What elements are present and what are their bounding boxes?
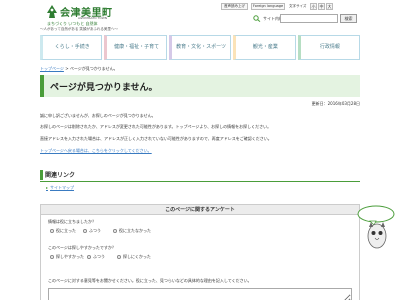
related-links-heading: 関連リンク <box>40 168 360 182</box>
breadcrumb-home-link[interactable]: トップページ <box>40 66 64 71</box>
page: { "header": { "site_name": "会津美里町", "sit… <box>0 0 400 300</box>
radio-icon[interactable] <box>113 229 117 233</box>
search-icon <box>253 15 261 22</box>
update-date: 更新日：2016年03月28日 <box>311 101 360 106</box>
font-size-medium-button[interactable]: 中 <box>318 3 325 10</box>
nav-item-education[interactable]: 教育・文化・スポーツ <box>168 35 232 60</box>
site-name-roman: AIZUMISATO TOWN <box>78 16 107 20</box>
q2-option-normal[interactable]: ふつう <box>87 254 105 260</box>
page-title: ページが見つかりません。 <box>50 83 158 93</box>
survey-title: このページに関するアンケート <box>41 205 359 215</box>
survey-question-1: 情報は役に立ちましたか？ <box>48 219 96 224</box>
mascot-character-icon <box>357 205 395 249</box>
nav-item-tourism[interactable]: 観光・産業 <box>233 35 296 60</box>
global-nav: くらし・手続き 健康・福祉・子育て 教育・文化・スポーツ 観光・産業 行政情報 <box>40 35 361 60</box>
font-size-large-button[interactable]: 大 <box>326 3 333 10</box>
voice-reading-button[interactable]: 音声読み上げ <box>221 3 248 10</box>
site-search-input[interactable] <box>280 14 338 23</box>
survey-question-3: このページに対する意見等をお聞かせください。役に立った、見つらいなどの具体的な理… <box>48 278 252 283</box>
radio-icon[interactable] <box>117 255 121 259</box>
survey-comment-field[interactable] <box>48 288 352 300</box>
nav-item-living[interactable]: くらし・手続き <box>40 35 103 60</box>
font-size-label: 文字サイズ <box>289 4 307 8</box>
top-page-link[interactable]: トップページへ戻る場合は、こちらをクリックしてください。 <box>40 148 152 154</box>
nav-item-health[interactable]: 健康・福祉・子育て <box>104 35 167 60</box>
nav-item-admin[interactable]: 行政情報 <box>297 35 361 60</box>
site-tagline-2: ～人があって自然がある 笑顔があふれる美里へ～ <box>40 27 118 31</box>
page-title-bar: ページが見つかりません。 <box>40 75 360 97</box>
foreign-language-button[interactable]: Foreign language <box>251 3 285 10</box>
q1-option-not-useful[interactable]: 役に立たなかった <box>113 228 151 234</box>
heading-accent <box>40 170 43 180</box>
body-text-2: お探しのページは削除されたか、アドレスが変更された可能性があります。トップページ… <box>40 124 272 129</box>
q2-option-easy[interactable]: 探しやすかった <box>50 254 84 260</box>
q2-option-hard[interactable]: 探しにくかった <box>117 254 151 260</box>
breadcrumb-current: ページが見つかりません。 <box>69 66 118 71</box>
q1-option-useful[interactable]: 役に立った <box>50 228 76 234</box>
site-header: 会津美里町 AIZUMISATO TOWN まちづくり いつもと 自然体 ～人が… <box>0 0 400 34</box>
body-text-3: 直接アドレスを入力された場合は、アドレスが正しく入力されていない可能性があります… <box>40 136 272 141</box>
search-button[interactable]: 検索 <box>340 14 357 23</box>
town-emblem-icon <box>47 5 57 18</box>
q1-option-normal[interactable]: ふつう <box>83 228 101 234</box>
radio-icon[interactable] <box>83 229 87 233</box>
survey-question-2: このページは探しやすかったですか？ <box>48 245 116 250</box>
font-size-small-button[interactable]: 小 <box>310 3 317 10</box>
body-text-1: 誠に申し訳ございませんが、お探しのページが見つかりません。 <box>40 113 156 118</box>
radio-icon[interactable] <box>87 255 91 259</box>
breadcrumb: トップページ > ページが見つかりません。 <box>40 66 118 72</box>
radio-icon[interactable] <box>50 229 54 233</box>
related-links-title: 関連リンク <box>45 172 76 179</box>
radio-icon[interactable] <box>50 255 54 259</box>
sitemap-link[interactable]: サイトマップ <box>46 185 74 191</box>
survey-panel: このページに関するアンケート 情報は役に立ちましたか？ 役に立った ふつう 役に… <box>40 204 360 300</box>
